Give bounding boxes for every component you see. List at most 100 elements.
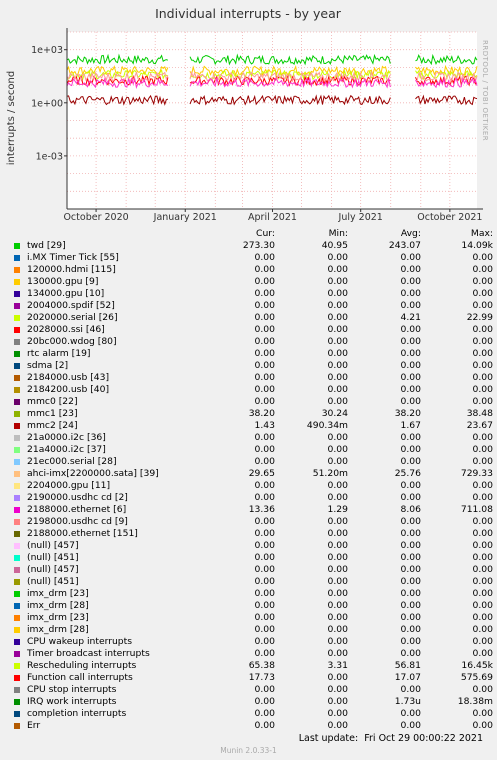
- legend-min-value: 0.00: [327, 564, 348, 575]
- legend-swatch: [14, 279, 20, 285]
- legend-swatch: [14, 471, 20, 477]
- legend-min-value: 0.00: [327, 384, 348, 395]
- legend-avg-value: 1.67: [400, 420, 421, 431]
- legend-cur-value: 29.65: [248, 468, 275, 479]
- header-avg: Avg:: [400, 228, 421, 239]
- legend-max-value: 0.00: [472, 564, 493, 575]
- legend-label: Err: [27, 720, 41, 731]
- legend-avg-value: 0.00: [400, 252, 421, 263]
- legend-cur-value: 0.00: [254, 360, 275, 371]
- legend-max-value: 0.00: [472, 492, 493, 503]
- legend-label: CPU stop interrupts: [27, 684, 117, 695]
- legend-row: 134000.gpu [10] 0.00 0.00 0.00 0.00: [13, 288, 493, 300]
- legend-cur-value: 0.00: [254, 480, 275, 491]
- legend-label: mmc0 [22]: [27, 396, 78, 407]
- legend-avg-value: 4.21: [400, 312, 421, 323]
- legend-label: Rescheduling interrupts: [27, 660, 137, 671]
- legend-cur-value: 0.00: [254, 372, 275, 383]
- legend-label: CPU wakeup interrupts: [27, 636, 133, 647]
- legend-label: 2028000.ssi [46]: [27, 324, 105, 335]
- legend-row: mmc2 [24] 1.43 490.34m 1.67 23.67: [13, 420, 493, 432]
- legend-label: 21ec000.serial [28]: [27, 456, 117, 467]
- legend-min-value: 0.00: [327, 252, 348, 263]
- legend-cur-value: 0.00: [254, 552, 275, 563]
- legend-swatch: [14, 699, 20, 705]
- legend-max-value: 0.00: [472, 456, 493, 467]
- legend-swatch: [14, 639, 20, 645]
- legend-label: 2184000.usb [43]: [27, 372, 110, 383]
- legend-swatch: [14, 315, 20, 321]
- legend-label: Function call interrupts: [27, 672, 133, 683]
- legend-avg-value: 0.00: [400, 516, 421, 527]
- legend-cur-value: 0.00: [254, 324, 275, 335]
- legend-cur-value: 0.00: [254, 600, 275, 611]
- legend-avg-value: 0.00: [400, 276, 421, 287]
- legend-swatch: [14, 351, 20, 357]
- legend-label: (null) [451]: [27, 576, 79, 587]
- legend-row: IRQ work interrupts 0.00 0.00 1.73u 18.38m: [13, 696, 493, 708]
- legend-label: imx_drm [28]: [27, 624, 89, 635]
- legend-avg-value: 0.00: [400, 624, 421, 635]
- legend-row: 2204000.gpu [11] 0.00 0.00 0.00 0.00: [13, 480, 493, 492]
- legend-min-value: 0.00: [327, 696, 348, 707]
- legend-label: IRQ work interrupts: [27, 696, 117, 707]
- legend-min-value: 0.00: [327, 612, 348, 623]
- legend-label: rtc alarm [19]: [27, 348, 91, 359]
- legend-avg-value: 8.06: [400, 504, 421, 515]
- legend-avg-value: 0.00: [400, 444, 421, 455]
- legend-swatch: [14, 459, 20, 465]
- legend-min-value: 0.00: [327, 600, 348, 611]
- x-tick-label: July 2021: [338, 212, 383, 223]
- legend-cur-value: 0.00: [254, 336, 275, 347]
- legend-min-value: 0.00: [327, 636, 348, 647]
- legend-max-value: 0.00: [472, 540, 493, 551]
- legend-swatch: [14, 603, 20, 609]
- legend-avg-value: 0.00: [400, 576, 421, 587]
- legend-swatch: [14, 687, 20, 693]
- legend-min-value: 0.00: [327, 672, 348, 683]
- legend-row: completion interrupts 0.00 0.00 0.00 0.00: [13, 708, 493, 720]
- legend-avg-value: 0.00: [400, 432, 421, 443]
- legend-row: 2188000.ethernet [151] 0.00 0.00 0.00 0.00: [13, 528, 493, 540]
- legend-min-value: 0.00: [327, 444, 348, 455]
- x-tick-label: October 2021: [417, 212, 482, 223]
- legend-avg-value: 25.76: [394, 468, 421, 479]
- legend-min-value: 0.00: [327, 540, 348, 551]
- legend-min-value: 0.00: [327, 528, 348, 539]
- legend-max-value: 0.00: [472, 264, 493, 275]
- legend-max-value: 0.00: [472, 336, 493, 347]
- legend-avg-value: 0.00: [400, 528, 421, 539]
- legend-swatch: [14, 531, 20, 537]
- legend-label: (null) [457]: [27, 564, 79, 575]
- legend-min-value: 40.95: [321, 240, 348, 251]
- legend-row: mmc1 [23] 38.20 30.24 38.20 38.48: [13, 408, 493, 420]
- legend-avg-value: 0.00: [400, 612, 421, 623]
- legend-swatch: [14, 423, 20, 429]
- legend-avg-value: 0.00: [400, 324, 421, 335]
- legend-cur-value: 0.00: [254, 576, 275, 587]
- legend-swatch: [14, 447, 20, 453]
- legend-swatch: [14, 495, 20, 501]
- legend-max-value: 0.00: [472, 612, 493, 623]
- legend-label: 2204000.gpu [11]: [27, 480, 111, 491]
- legend-swatch: [14, 579, 20, 585]
- legend-swatch: [14, 267, 20, 273]
- legend-swatch: [14, 675, 20, 681]
- legend-row: sdma [2] 0.00 0.00 0.00 0.00: [13, 360, 493, 372]
- legend-row: 21a0000.i2c [36] 0.00 0.00 0.00 0.00: [13, 432, 493, 444]
- legend-label: Timer broadcast interrupts: [27, 648, 150, 659]
- legend-swatch: [14, 519, 20, 525]
- legend-cur-value: 0.00: [254, 444, 275, 455]
- legend-avg-value: 0.00: [400, 708, 421, 719]
- last-update: Last update: Fri Oct 29 00:00:22 2021: [298, 733, 483, 744]
- legend-max-value: 14.09k: [461, 240, 493, 251]
- legend-max-value: 23.67: [466, 420, 493, 431]
- legend-label: 2184200.usb [40]: [27, 384, 110, 395]
- legend-label: 2020000.serial [26]: [27, 312, 118, 323]
- legend-label: 2004000.spdif [52]: [27, 300, 115, 311]
- legend-swatch: [14, 327, 20, 333]
- legend-label: i.MX Timer Tick [55]: [27, 252, 119, 263]
- legend-max-value: 711.08: [460, 504, 493, 515]
- legend-avg-value: 17.07: [394, 672, 421, 683]
- legend-min-value: 0.00: [327, 708, 348, 719]
